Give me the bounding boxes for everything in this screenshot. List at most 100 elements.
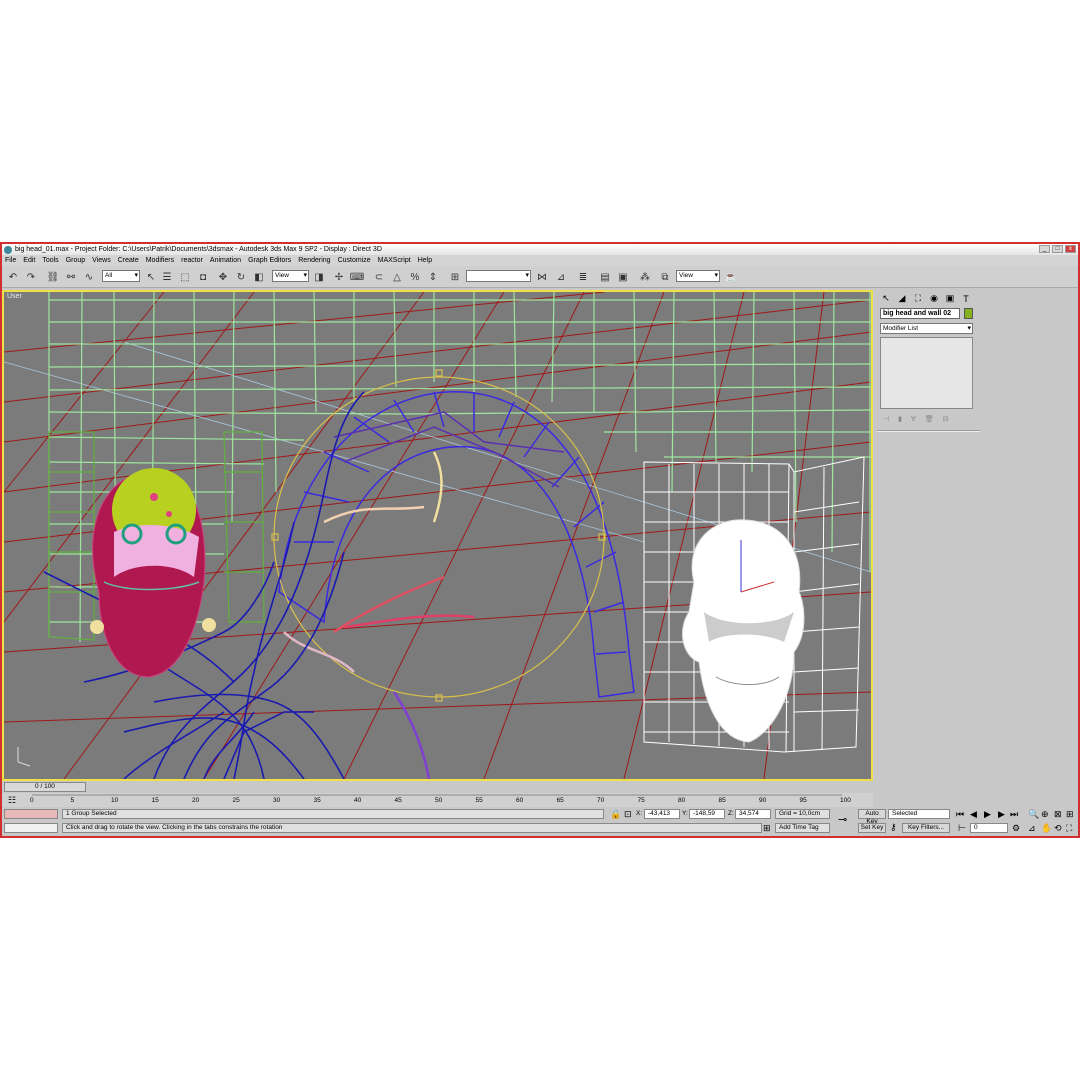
remove-modifier-icon[interactable]: 🗑 — [925, 415, 934, 423]
zoom-all-icon[interactable]: ⊕ — [1041, 809, 1049, 819]
time-slider-thumb[interactable]: 0 / 100 — [4, 782, 86, 792]
rectangular-selection-icon[interactable]: ⬚ — [178, 270, 192, 284]
display-tab-icon[interactable]: ▣ — [943, 292, 957, 305]
frame-tick-label: 100 — [840, 797, 851, 804]
menu-create[interactable]: Create — [118, 257, 139, 264]
pan-icon[interactable]: ✋ — [1041, 823, 1052, 833]
zoom-extents-all-icon[interactable]: ⊞ — [1066, 809, 1074, 819]
render-type-dropdown[interactable]: View — [676, 270, 720, 282]
undo-icon[interactable]: ↶ — [6, 270, 20, 284]
mirror-icon[interactable]: ⋈ — [535, 270, 549, 284]
menu-file[interactable]: File — [5, 257, 16, 264]
menu-maxscript[interactable]: MAXScript — [378, 257, 411, 264]
add-time-tag-button[interactable]: Add Time Tag — [775, 823, 830, 833]
curve-editor-icon[interactable]: ▤ — [598, 270, 612, 284]
set-key-icon[interactable]: ⚷ — [890, 822, 897, 832]
menu-rendering[interactable]: Rendering — [298, 257, 330, 264]
maximize-button[interactable]: □ — [1052, 245, 1063, 253]
snaps-toggle-icon[interactable]: ⊂ — [372, 270, 386, 284]
modifier-list-dropdown[interactable]: Modifier List — [880, 323, 973, 334]
material-editor-icon[interactable]: ⁂ — [638, 270, 652, 284]
minimize-button[interactable]: _ — [1039, 245, 1050, 253]
menu-animation[interactable]: Animation — [210, 257, 241, 264]
arc-rotate-icon[interactable]: ⟲ — [1054, 823, 1062, 833]
key-mode-icon[interactable]: ⊸ — [838, 815, 847, 826]
hierarchy-tab-icon[interactable]: ⛶ — [911, 292, 925, 305]
utilities-tab-icon[interactable]: T — [959, 292, 973, 305]
align-icon[interactable]: ⊿ — [554, 270, 568, 284]
menu-customize[interactable]: Customize — [338, 257, 371, 264]
redo-icon[interactable]: ↷ — [24, 270, 38, 284]
z-coordinate-field[interactable]: 34,574 — [735, 809, 771, 819]
menu-reactor[interactable]: reactor — [181, 257, 203, 264]
render-scene-dialog-icon[interactable]: ⧉ — [658, 270, 672, 284]
menu-views[interactable]: Views — [92, 257, 111, 264]
select-and-scale-icon[interactable]: ◧ — [252, 270, 266, 284]
window-crossing-icon[interactable]: ◘ — [196, 270, 210, 284]
mini-curve-editor-icon[interactable]: ☷ — [8, 795, 16, 805]
key-mode-toggle-icon[interactable]: ⊢ — [958, 823, 966, 833]
link-icon[interactable]: ⛓ — [46, 270, 60, 284]
menu-modifiers[interactable]: Modifiers — [146, 257, 174, 264]
menu-edit[interactable]: Edit — [23, 257, 35, 264]
select-and-move-icon[interactable]: ✥ — [216, 270, 230, 284]
select-and-rotate-icon[interactable]: ↻ — [234, 270, 248, 284]
go-to-end-icon[interactable]: ⏭ — [1010, 809, 1018, 819]
next-frame-icon[interactable]: ▶ — [998, 809, 1005, 819]
pivot-center-icon[interactable]: ◨ — [312, 270, 326, 284]
field-of-view-icon[interactable]: ⊿ — [1028, 823, 1036, 833]
current-frame-field[interactable]: 0 — [970, 823, 1008, 833]
modify-tab-icon[interactable]: ◢ — [895, 292, 909, 305]
key-filters-button[interactable]: Key Filters... — [902, 823, 950, 833]
zoom-extents-icon[interactable]: ⊠ — [1054, 809, 1062, 819]
layer-manager-icon[interactable]: ≣ — [576, 270, 590, 284]
motion-tab-icon[interactable]: ◉ — [927, 292, 941, 305]
x-coordinate-field[interactable]: -43,413 — [644, 809, 680, 819]
unlink-icon[interactable]: ⚯ — [64, 270, 78, 284]
configure-modifier-sets-icon[interactable]: ⊟ — [943, 415, 949, 423]
maxscript-output-mini[interactable] — [4, 823, 58, 833]
close-button[interactable]: x — [1065, 245, 1076, 253]
reference-coordinate-dropdown[interactable]: View — [272, 270, 309, 282]
menu-tools[interactable]: Tools — [42, 257, 58, 264]
menu-group[interactable]: Group — [66, 257, 85, 264]
angle-snap-icon[interactable]: △ — [390, 270, 404, 284]
named-selection-sets-dropdown[interactable] — [466, 270, 531, 282]
selection-lock-icon[interactable]: 🔒 — [610, 809, 621, 819]
maxscript-listener-mini[interactable] — [4, 809, 58, 819]
track-bar[interactable]: ☷ 0 5 10 15 20 25 30 35 40 45 50 55 60 65 70 75 80 85 90 95… — [2, 793, 873, 807]
spinner-snap-icon[interactable]: ⇕ — [426, 270, 440, 284]
menu-graph-editors[interactable]: Graph Editors — [248, 257, 291, 264]
key-set-dropdown[interactable]: Selected — [888, 809, 950, 819]
show-end-result-icon[interactable]: ▮ — [898, 415, 902, 423]
zoom-icon[interactable]: 🔍 — [1028, 809, 1039, 819]
quick-render-icon[interactable]: ☕ — [724, 270, 738, 284]
create-tab-icon[interactable]: ↖ — [879, 292, 893, 305]
set-key-button[interactable]: Set Key — [858, 823, 886, 833]
go-to-start-icon[interactable]: ⏮ — [956, 809, 964, 819]
absolute-mode-icon[interactable]: ⊡ — [624, 809, 632, 819]
select-by-name-icon[interactable]: ☰ — [160, 270, 174, 284]
y-coordinate-field[interactable]: -148,59 — [689, 809, 725, 819]
percent-snap-icon[interactable]: % — [408, 270, 422, 284]
select-and-manipulate-icon[interactable]: ✢ — [332, 270, 346, 284]
menu-help[interactable]: Help — [418, 257, 432, 264]
auto-key-button[interactable]: Auto Key — [858, 809, 886, 825]
object-color-swatch[interactable] — [964, 308, 973, 319]
select-object-icon[interactable]: ↖ — [144, 270, 158, 284]
bind-space-warp-icon[interactable]: ∿ — [82, 270, 96, 284]
maximize-viewport-icon[interactable]: ⛶ — [1066, 823, 1072, 833]
make-unique-icon[interactable]: ∀ — [911, 415, 916, 423]
time-configuration-icon[interactable]: ⚙ — [1012, 823, 1020, 833]
edit-named-selection-icon[interactable]: ⊞ — [448, 270, 462, 284]
schematic-view-icon[interactable]: ▣ — [616, 270, 630, 284]
object-name-field[interactable]: big head and wall 02 — [880, 308, 960, 319]
time-slider[interactable]: 0 / 100 — [2, 781, 873, 793]
viewport-user[interactable]: User — [2, 290, 873, 781]
keyboard-shortcut-override-icon[interactable]: ⌨ — [350, 270, 364, 284]
play-icon[interactable]: ▶ — [984, 809, 991, 819]
modifier-stack[interactable] — [880, 337, 973, 409]
selection-filter-dropdown[interactable]: All — [102, 270, 140, 282]
previous-frame-icon[interactable]: ◀ — [970, 809, 977, 819]
pin-stack-icon[interactable]: ⊣ — [883, 415, 889, 423]
